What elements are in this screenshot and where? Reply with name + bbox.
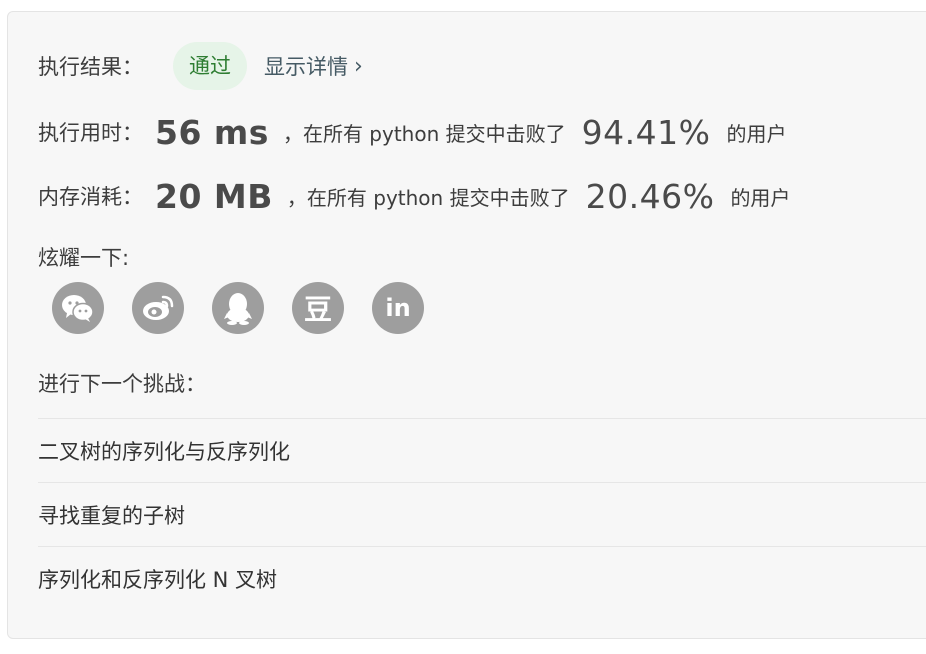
next-challenge-label: 进行下一个挑战： — [38, 372, 206, 396]
challenge-item[interactable]: 序列化和反序列化 N 叉树 — [38, 563, 277, 597]
linkedin-share-button[interactable]: in — [372, 282, 424, 334]
divider — [38, 482, 926, 483]
linkedin-icon: in — [385, 294, 411, 322]
share-label: 炫耀一下: — [38, 246, 130, 270]
runtime-value: 56 ms — [155, 112, 269, 152]
memory-mid-text: ，在所有 python 提交中击败了 — [286, 185, 570, 210]
wechat-icon — [62, 295, 94, 322]
memory-suffix: 的用户 — [730, 185, 791, 210]
runtime-percent: 94.41% — [581, 112, 711, 152]
douban-share-button[interactable]: 豆 — [292, 282, 344, 334]
wechat-share-button[interactable] — [52, 282, 104, 334]
runtime-suffix: 的用户 — [726, 121, 787, 146]
runtime-row: 执行用时： 56 ms ，在所有 python 提交中击败了 94.41% 的用… — [38, 112, 786, 152]
challenge-item[interactable]: 二叉树的序列化与反序列化 — [38, 435, 290, 469]
status-badge: 通过 — [173, 42, 247, 90]
weibo-share-button[interactable] — [132, 282, 184, 334]
qq-share-button[interactable] — [212, 282, 264, 334]
memory-percent: 20.46% — [585, 176, 715, 216]
show-details-link[interactable]: 显示详情 › — [264, 51, 363, 81]
memory-row: 内存消耗： 20 MB ，在所有 python 提交中击败了 20.46% 的用… — [38, 176, 790, 216]
show-details-label: 显示详情 — [264, 55, 348, 79]
memory-label: 内存消耗： — [38, 185, 143, 209]
weibo-icon — [143, 295, 174, 320]
chevron-right-icon: › — [354, 53, 363, 79]
divider — [38, 418, 926, 419]
runtime-label: 执行用时： — [38, 121, 143, 145]
divider — [38, 546, 926, 547]
runtime-mid-text: ，在所有 python 提交中击败了 — [282, 121, 566, 146]
douban-icon: 豆 — [303, 293, 332, 326]
challenge-item[interactable]: 寻找重复的子树 — [38, 499, 185, 533]
qq-icon — [224, 293, 252, 325]
result-label: 执行结果： — [38, 55, 143, 79]
share-buttons: 豆 in — [52, 282, 424, 334]
memory-value: 20 MB — [155, 176, 273, 216]
result-row: 执行结果： 通过 显示详情 › — [38, 42, 363, 90]
share-row: 炫耀一下: — [38, 240, 129, 274]
next-challenge-row: 进行下一个挑战： — [38, 366, 206, 400]
